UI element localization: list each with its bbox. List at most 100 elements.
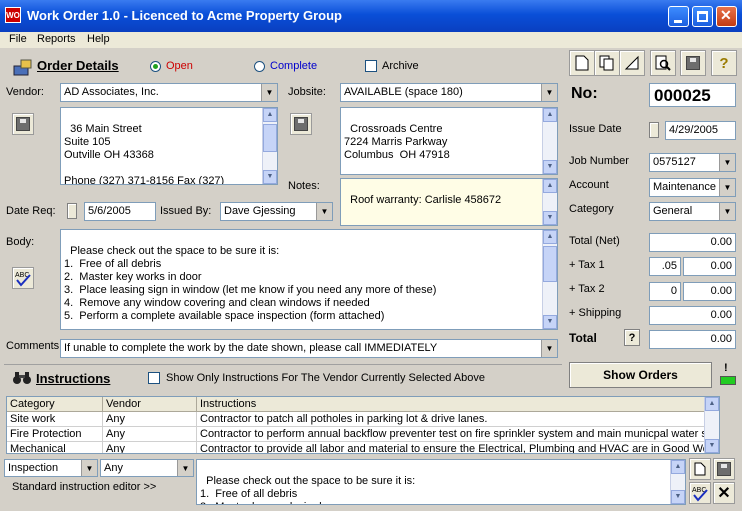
jobsite-address-field[interactable]: Crossroads Centre 7224 Marris Parkway Co… bbox=[340, 107, 558, 175]
minimize-button[interactable] bbox=[668, 6, 689, 27]
jobsite-select[interactable]: AVAILABLE (space 180) ▼ bbox=[340, 83, 558, 102]
vendor-address-field[interactable]: 36 Main Street Suite 105 Outville OH 433… bbox=[60, 107, 278, 185]
date-req-label: Date Req: bbox=[6, 205, 56, 217]
jobsite-save-button[interactable] bbox=[290, 113, 312, 135]
menu-help[interactable]: Help bbox=[87, 33, 110, 45]
chevron-down-icon[interactable]: ▼ bbox=[719, 154, 735, 171]
status-complete-label[interactable]: Complete bbox=[270, 60, 317, 72]
question-mark-icon: ? bbox=[719, 54, 729, 72]
chevron-down-icon[interactable]: ▼ bbox=[81, 460, 97, 476]
table-row-category[interactable]: Fire Protection bbox=[7, 427, 103, 442]
shipping-field[interactable]: 0.00 bbox=[649, 306, 736, 325]
close-button[interactable]: ✕ bbox=[716, 6, 737, 27]
editor-vendor-select[interactable]: Any ▼ bbox=[100, 459, 194, 477]
menu-reports[interactable]: Reports bbox=[37, 33, 76, 45]
chevron-down-icon[interactable]: ▼ bbox=[719, 203, 735, 220]
standard-instruction-editor-link[interactable]: Standard instruction editor >> bbox=[12, 481, 156, 493]
delete-instruction-button[interactable]: ✕ bbox=[713, 482, 735, 504]
issue-date-value: 4/29/2005 bbox=[669, 124, 718, 136]
category-value: General bbox=[653, 205, 693, 217]
archive-checkbox[interactable] bbox=[365, 60, 377, 72]
table-row-category[interactable]: Site work bbox=[7, 412, 103, 427]
total-net-field[interactable]: 0.00 bbox=[649, 233, 736, 252]
editor-category-value: Inspection bbox=[8, 462, 59, 474]
chevron-down-icon[interactable]: ▼ bbox=[719, 179, 735, 196]
save-instruction-button[interactable] bbox=[713, 458, 735, 480]
new-instruction-button[interactable] bbox=[689, 458, 711, 480]
shipping-label: + Shipping bbox=[569, 307, 622, 319]
jobsite-address: Crossroads Centre 7224 Marris Parkway Co… bbox=[344, 123, 450, 161]
body-scrollbar[interactable]: ▲ ▼ bbox=[542, 230, 557, 329]
new-document-button[interactable] bbox=[569, 50, 595, 76]
body-field[interactable]: Please check out the space to be sure it… bbox=[60, 229, 558, 330]
total-net-value: 0.00 bbox=[710, 236, 732, 248]
order-number-field[interactable]: 000025 bbox=[649, 83, 736, 107]
vendor-save-button[interactable] bbox=[12, 113, 34, 135]
archive-label[interactable]: Archive bbox=[382, 60, 419, 72]
date-req-field[interactable]: 5/6/2005 bbox=[84, 202, 156, 221]
issued-by-label: Issued By: bbox=[160, 205, 212, 217]
account-select[interactable]: Maintenance ▼ bbox=[649, 178, 736, 197]
job-number-label: Job Number bbox=[569, 155, 629, 167]
total-field[interactable]: 0.00 bbox=[649, 330, 736, 349]
close-icon: ✕ bbox=[720, 7, 732, 23]
tax1-rate-field[interactable]: .05 bbox=[649, 257, 681, 276]
instruction-editor-scrollbar[interactable]: ▲ ▼ bbox=[670, 460, 685, 504]
notes-field[interactable]: Roof warranty: Carlisle 458672 ▲ ▼ bbox=[340, 178, 558, 226]
status-open-label[interactable]: Open bbox=[166, 60, 193, 72]
vendor-filter-checkbox[interactable] bbox=[148, 372, 160, 384]
column-header-instructions[interactable]: Instructions bbox=[197, 397, 719, 412]
chevron-down-icon[interactable]: ▼ bbox=[541, 340, 557, 357]
vendor-filter-label[interactable]: Show Only Instructions For The Vendor Cu… bbox=[166, 372, 485, 384]
body-label: Body: bbox=[6, 236, 35, 248]
issued-by-select[interactable]: Dave Gjessing ▼ bbox=[220, 202, 333, 221]
spell-check-button[interactable]: ABC bbox=[12, 267, 34, 289]
editor-vendor-value: Any bbox=[104, 462, 123, 474]
instructions-table-scrollbar[interactable]: ▲ ▼ bbox=[704, 397, 719, 453]
table-row-vendor[interactable]: Any bbox=[103, 427, 197, 442]
status-complete-radio[interactable] bbox=[254, 61, 265, 72]
save-button[interactable] bbox=[680, 50, 706, 76]
tax2-amount-field[interactable]: 0.00 bbox=[683, 282, 736, 301]
notes-scrollbar[interactable]: ▲ ▼ bbox=[542, 179, 557, 225]
help-button[interactable]: ? bbox=[711, 50, 737, 76]
copy-document-button[interactable] bbox=[594, 50, 620, 76]
table-row-vendor[interactable]: Any bbox=[103, 442, 197, 453]
category-select[interactable]: General ▼ bbox=[649, 202, 736, 221]
menu-file[interactable]: File bbox=[9, 33, 27, 45]
chevron-down-icon[interactable]: ▼ bbox=[261, 84, 277, 101]
job-number-select[interactable]: 0575127 ▼ bbox=[649, 153, 736, 172]
issue-date-field[interactable]: 4/29/2005 bbox=[665, 121, 736, 140]
column-header-category[interactable]: Category bbox=[7, 397, 103, 412]
column-header-vendor[interactable]: Vendor bbox=[103, 397, 197, 412]
instruction-spell-check-button[interactable]: ABC bbox=[689, 482, 711, 504]
date-req-picker-button[interactable] bbox=[67, 203, 77, 219]
vendor-select[interactable]: AD Associates, Inc. ▼ bbox=[60, 83, 278, 102]
tax1-amount-field[interactable]: 0.00 bbox=[683, 257, 736, 276]
chevron-down-icon[interactable]: ▼ bbox=[316, 203, 332, 220]
jobsite-value: AVAILABLE (space 180) bbox=[344, 86, 463, 98]
instruction-editor-field[interactable]: Please check out the space to be sure it… bbox=[196, 459, 686, 505]
comments-select[interactable]: If unable to complete the work by the da… bbox=[60, 339, 558, 358]
editor-category-select[interactable]: Inspection ▼ bbox=[4, 459, 98, 477]
print-preview-button[interactable] bbox=[650, 50, 676, 76]
erase-button[interactable] bbox=[619, 50, 645, 76]
issue-date-picker-button[interactable] bbox=[649, 122, 659, 138]
maximize-button[interactable] bbox=[692, 6, 713, 27]
shipping-value: 0.00 bbox=[710, 309, 732, 321]
spell-check-icon: ABC bbox=[692, 487, 708, 502]
chevron-down-icon[interactable]: ▼ bbox=[541, 84, 557, 101]
show-orders-button[interactable]: Show Orders bbox=[569, 362, 712, 388]
table-row-instruction[interactable]: Contractor to provide all labor and mate… bbox=[197, 442, 705, 453]
chevron-down-icon[interactable]: ▼ bbox=[177, 460, 193, 476]
table-row-vendor[interactable]: Any bbox=[103, 412, 197, 427]
status-open-radio[interactable] bbox=[150, 61, 161, 72]
table-row-instruction[interactable]: Contractor to perform annual backflow pr… bbox=[197, 427, 705, 442]
vendor-address-scrollbar[interactable]: ▲ ▼ bbox=[262, 108, 277, 184]
total-help-button[interactable]: ? bbox=[624, 329, 640, 346]
tax2-rate-field[interactable]: 0 bbox=[649, 282, 681, 301]
eraser-icon bbox=[624, 55, 639, 70]
table-row-category[interactable]: Mechanical bbox=[7, 442, 103, 453]
table-row-instruction[interactable]: Contractor to patch all potholes in park… bbox=[197, 412, 705, 427]
jobsite-address-scrollbar[interactable]: ▲ ▼ bbox=[542, 108, 557, 174]
